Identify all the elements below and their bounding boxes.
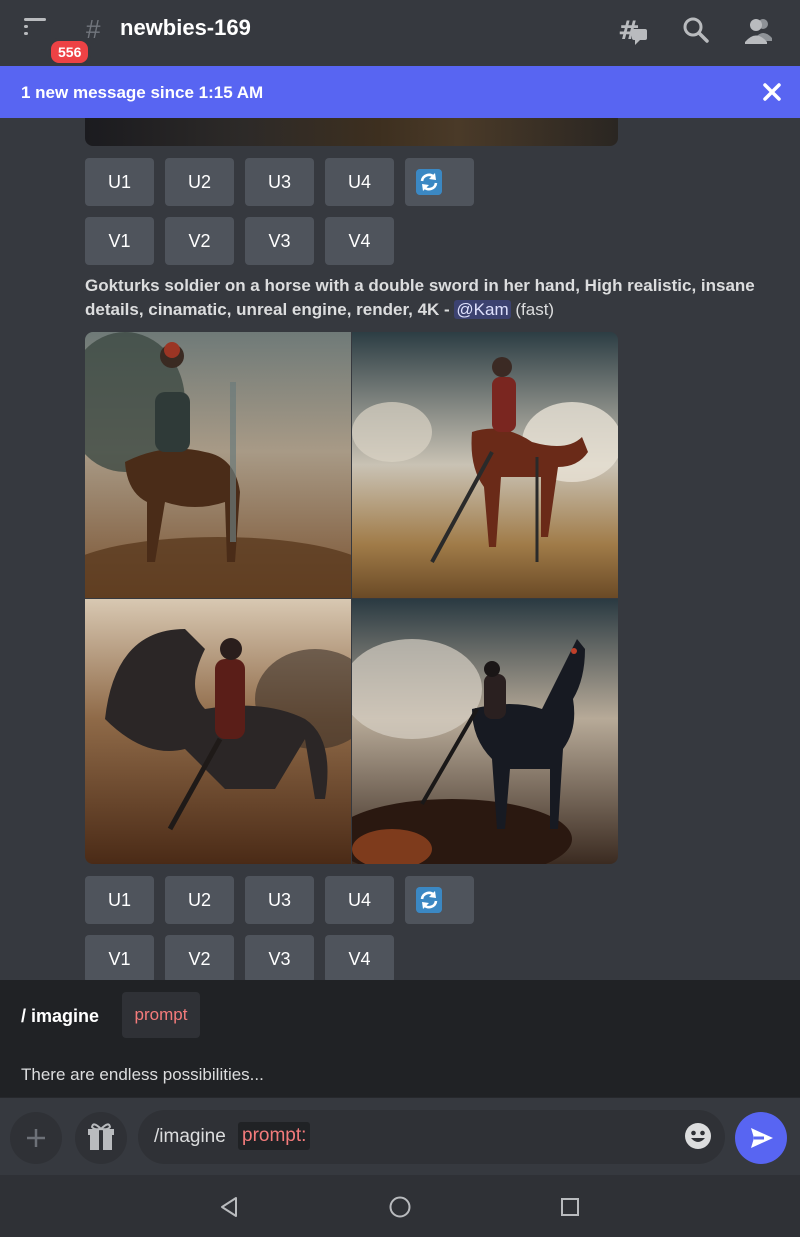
variation-2-button[interactable]: V2	[165, 217, 234, 265]
generated-image-4[interactable]	[352, 599, 618, 864]
variation-4-button[interactable]: V4	[325, 217, 394, 265]
upscale-1-button[interactable]: U1	[85, 158, 154, 206]
command-name: / imagine	[21, 1006, 100, 1026]
variation-1-button[interactable]: V1	[85, 217, 154, 265]
reroll-button[interactable]	[405, 158, 474, 206]
threads-icon[interactable]: #	[616, 14, 650, 48]
input-command-text: /imagine	[154, 1126, 226, 1147]
upscale-2-button[interactable]: U2	[165, 158, 234, 206]
prompt-text: Gokturks soldier on a horse with a doubl…	[85, 276, 755, 319]
upscale-4-button[interactable]: U4	[325, 158, 394, 206]
upscale-3-button[interactable]: U3	[245, 876, 314, 924]
back-icon[interactable]	[216, 1193, 244, 1221]
send-button[interactable]	[735, 1112, 787, 1164]
generated-image-2[interactable]	[352, 332, 618, 598]
command-description: There are endless possibilities...	[21, 1065, 264, 1084]
refresh-icon	[416, 169, 442, 195]
message-list: U1 U2 U3 U4 V1 V2 V3 V4 Gokturks soldier…	[0, 118, 800, 980]
unread-badge: 556	[48, 38, 92, 66]
previous-image-grid[interactable]	[85, 118, 618, 146]
upscale-2-button[interactable]: U2	[165, 876, 234, 924]
members-icon[interactable]	[742, 14, 776, 48]
message-input[interactable]: /imagine prompt:	[138, 1110, 725, 1164]
close-icon[interactable]	[758, 78, 786, 106]
command-option[interactable]: prompt	[122, 992, 200, 1038]
menu-button[interactable]: 556	[20, 14, 92, 66]
channel-name: newbies-169	[120, 15, 251, 40]
message-input-bar: /imagine prompt:	[0, 1097, 800, 1176]
upscale-3-button[interactable]: U3	[245, 158, 314, 206]
home-icon[interactable]	[386, 1193, 414, 1221]
emoji-icon[interactable]	[684, 1122, 712, 1150]
upscale-4-button[interactable]: U4	[325, 876, 394, 924]
generated-image-1[interactable]	[85, 332, 351, 598]
user-mention[interactable]: @Kam	[454, 300, 511, 319]
variation-3-button[interactable]: V3	[245, 935, 314, 980]
variation-2-button[interactable]: V2	[165, 935, 234, 980]
channel-hash-icon: #	[86, 14, 101, 44]
system-nav-bar	[0, 1175, 800, 1237]
gift-button[interactable]	[75, 1112, 127, 1164]
channel-header: 556 # newbies-169 #	[0, 0, 800, 67]
input-param-pill[interactable]: prompt:	[238, 1122, 311, 1150]
plus-icon	[27, 1129, 45, 1147]
search-icon[interactable]	[680, 14, 714, 48]
add-attachment-button[interactable]	[10, 1112, 62, 1164]
command-suggestion[interactable]: / imagine prompt There are endless possi…	[0, 980, 800, 1097]
reroll-button[interactable]	[405, 876, 474, 924]
variation-1-button[interactable]: V1	[85, 935, 154, 980]
gift-icon	[88, 1123, 114, 1150]
banner-text: 1 new message since 1:15 AM	[21, 83, 264, 102]
variation-4-button[interactable]: V4	[325, 935, 394, 980]
message-content: Gokturks soldier on a horse with a doubl…	[85, 274, 775, 322]
variation-3-button[interactable]: V3	[245, 217, 314, 265]
speed-label: (fast)	[515, 300, 555, 319]
new-message-banner[interactable]: 1 new message since 1:15 AM	[0, 66, 800, 118]
generated-image-3[interactable]	[85, 599, 351, 864]
recents-icon[interactable]	[556, 1193, 584, 1221]
send-icon	[751, 1128, 773, 1148]
upscale-1-button[interactable]: U1	[85, 876, 154, 924]
generated-image-grid[interactable]	[85, 332, 618, 864]
refresh-icon	[416, 887, 442, 913]
